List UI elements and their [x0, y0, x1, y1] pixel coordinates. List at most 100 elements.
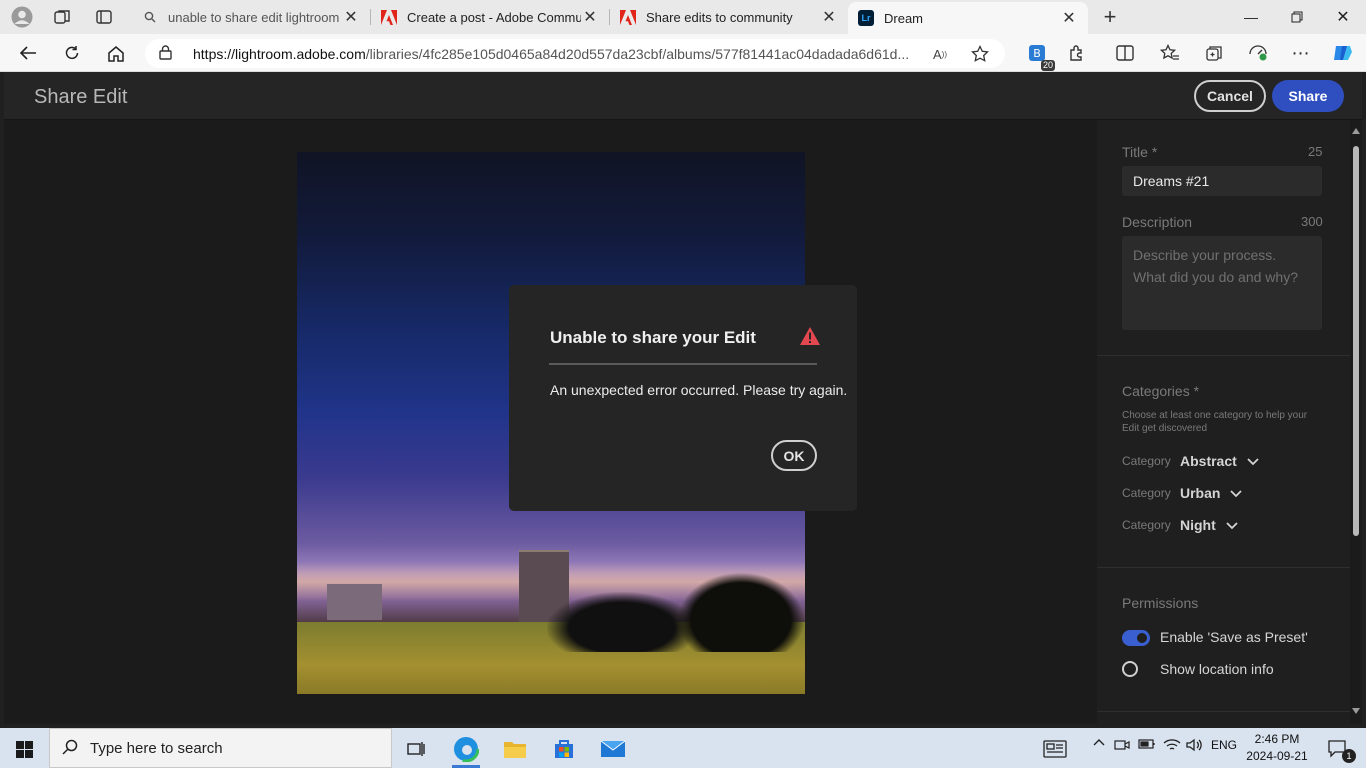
show-location-label: Show location info — [1160, 661, 1274, 677]
news-widget-icon[interactable] — [1035, 732, 1075, 766]
page-title: Share Edit — [34, 86, 128, 108]
task-view-icon[interactable] — [396, 732, 436, 766]
panel-scrollbar[interactable] — [1350, 120, 1362, 724]
close-tab-icon[interactable]: ✕ — [1060, 8, 1078, 28]
windows-taskbar: Type here to search ENG 2:46 PM 2024-09-… — [0, 728, 1366, 768]
category-select-abstract[interactable]: Category Abstract — [1122, 453, 1259, 469]
favorites-icon[interactable] — [1155, 39, 1185, 67]
tab-search[interactable]: unable to share edit lightroom co ✕ — [132, 0, 370, 34]
browser-toolbar: https://lightroom.adobe.com/libraries/4f… — [0, 34, 1366, 72]
cancel-button[interactable]: Cancel — [1194, 80, 1266, 112]
mail-icon[interactable] — [593, 732, 633, 766]
back-icon[interactable] — [13, 39, 43, 67]
notification-count: 1 — [1342, 749, 1356, 763]
file-explorer-icon[interactable] — [495, 732, 535, 766]
minimize-icon[interactable]: — — [1228, 0, 1274, 34]
refresh-icon[interactable] — [57, 39, 87, 67]
copilot-icon[interactable] — [1328, 39, 1358, 67]
save-as-preset-label: Enable 'Save as Preset' — [1160, 629, 1308, 645]
browser-tab-bar: unable to share edit lightroom co ✕ Crea… — [0, 0, 1366, 34]
close-tab-icon[interactable]: ✕ — [581, 7, 599, 27]
extensions-icon[interactable] — [1062, 39, 1092, 67]
chevron-down-icon[interactable] — [1230, 486, 1243, 501]
search-icon — [142, 9, 158, 25]
more-options-icon[interactable]: ⋯ — [1286, 39, 1316, 67]
scrollbar-thumb[interactable] — [1353, 146, 1359, 536]
clock-time: 2:46 PM — [1254, 732, 1300, 746]
category-select-night[interactable]: Category Night — [1122, 517, 1238, 533]
close-tab-icon[interactable]: ✕ — [342, 7, 360, 27]
ok-button[interactable]: OK — [771, 440, 817, 471]
edge-taskbar-icon[interactable] — [446, 732, 486, 766]
dialog-title: Unable to share your Edit — [550, 328, 756, 347]
tab-title: Create a post - Adobe Communit — [407, 9, 581, 25]
close-tab-icon[interactable]: ✕ — [820, 7, 838, 27]
language-indicator[interactable]: ENG — [1208, 738, 1240, 752]
split-screen-icon[interactable] — [1110, 39, 1140, 67]
dialog-message: An unexpected error occurred. Please try… — [550, 382, 848, 398]
collections-icon[interactable] — [1199, 39, 1229, 67]
wifi-icon[interactable] — [1162, 738, 1182, 752]
taskbar-clock[interactable]: 2:46 PM 2024-09-21 — [1244, 731, 1310, 765]
share-details-panel: Title * 25 Dreams #21 Description 300 De… — [1097, 120, 1350, 724]
battery-icon[interactable] — [1137, 738, 1157, 750]
url-text[interactable]: https://lightroom.adobe.com/libraries/4f… — [193, 46, 913, 62]
tab-title: unable to share edit lightroom co — [168, 9, 342, 25]
workspaces-icon[interactable] — [49, 5, 75, 29]
share-button[interactable]: Share — [1272, 80, 1344, 112]
notification-center-icon[interactable]: 1 — [1318, 732, 1358, 766]
scroll-up-icon[interactable] — [1352, 128, 1360, 134]
clock-date: 2024-09-21 — [1246, 749, 1308, 763]
photo-house — [327, 584, 382, 620]
new-tab-icon[interactable]: + — [1097, 4, 1123, 29]
show-hidden-icons-icon[interactable] — [1090, 738, 1108, 746]
title-label: Title * — [1122, 144, 1158, 160]
tab-title: Share edits to community — [646, 9, 793, 25]
title-input[interactable]: Dreams #21 — [1122, 166, 1322, 196]
chevron-down-icon[interactable] — [1247, 454, 1259, 469]
volume-icon[interactable] — [1185, 738, 1205, 752]
save-as-preset-toggle[interactable] — [1122, 630, 1150, 646]
warning-icon — [800, 327, 820, 345]
categories-section: Categories * Choose at least one categor… — [1097, 356, 1350, 568]
microsoft-store-icon[interactable] — [544, 732, 584, 766]
chevron-down-icon[interactable] — [1226, 518, 1238, 533]
title-char-count: 25 — [1308, 144, 1323, 159]
read-aloud-icon[interactable]: A)) — [929, 44, 951, 64]
meet-now-icon[interactable] — [1113, 738, 1131, 752]
tab-title: Dream — [884, 10, 924, 26]
home-icon[interactable] — [101, 39, 131, 67]
address-bar[interactable]: https://lightroom.adobe.com/libraries/4f… — [145, 39, 1005, 68]
favorite-star-icon[interactable] — [969, 44, 991, 64]
tab-create-post[interactable]: Create a post - Adobe Communit ✕ — [371, 0, 609, 34]
category-key: Category — [1122, 454, 1171, 468]
adobe-icon — [620, 9, 636, 25]
tab-share-edits[interactable]: Share edits to community ✕ — [610, 0, 848, 34]
extension-badge-icon[interactable]: B 20 — [1022, 39, 1055, 71]
description-textarea[interactable]: Describe your process. What did you do a… — [1122, 236, 1322, 330]
lock-icon[interactable] — [159, 44, 175, 63]
restore-icon[interactable] — [1274, 0, 1320, 34]
taskbar-search-box[interactable]: Type here to search — [49, 728, 392, 768]
search-placeholder: Type here to search — [90, 739, 223, 757]
category-value: Abstract — [1180, 453, 1237, 469]
windows-start-icon[interactable] — [4, 732, 44, 766]
category-select-urban[interactable]: Category Urban — [1122, 485, 1243, 501]
scroll-down-icon[interactable] — [1352, 708, 1360, 714]
performance-icon[interactable] — [1243, 39, 1273, 67]
permissions-section: Permissions Enable 'Save as Preset' Show… — [1097, 568, 1350, 712]
permissions-label: Permissions — [1122, 595, 1199, 611]
description-char-count: 300 — [1301, 214, 1323, 229]
title-description-section: Title * 25 Dreams #21 Description 300 De… — [1097, 120, 1350, 356]
photo-trees — [547, 592, 697, 652]
category-value: Night — [1180, 517, 1216, 533]
show-location-toggle[interactable] — [1122, 661, 1138, 677]
tab-actions-icon[interactable] — [91, 5, 117, 29]
profile-icon[interactable] — [9, 5, 35, 29]
tab-dream[interactable]: Lr Dream ✕ — [848, 2, 1088, 34]
categories-label: Categories * — [1122, 383, 1200, 399]
extension-count: 20 — [1040, 60, 1055, 71]
description-label: Description — [1122, 214, 1193, 230]
share-edit-header: Share Edit Cancel Share — [4, 72, 1362, 120]
close-window-icon[interactable]: ✕ — [1320, 0, 1366, 34]
